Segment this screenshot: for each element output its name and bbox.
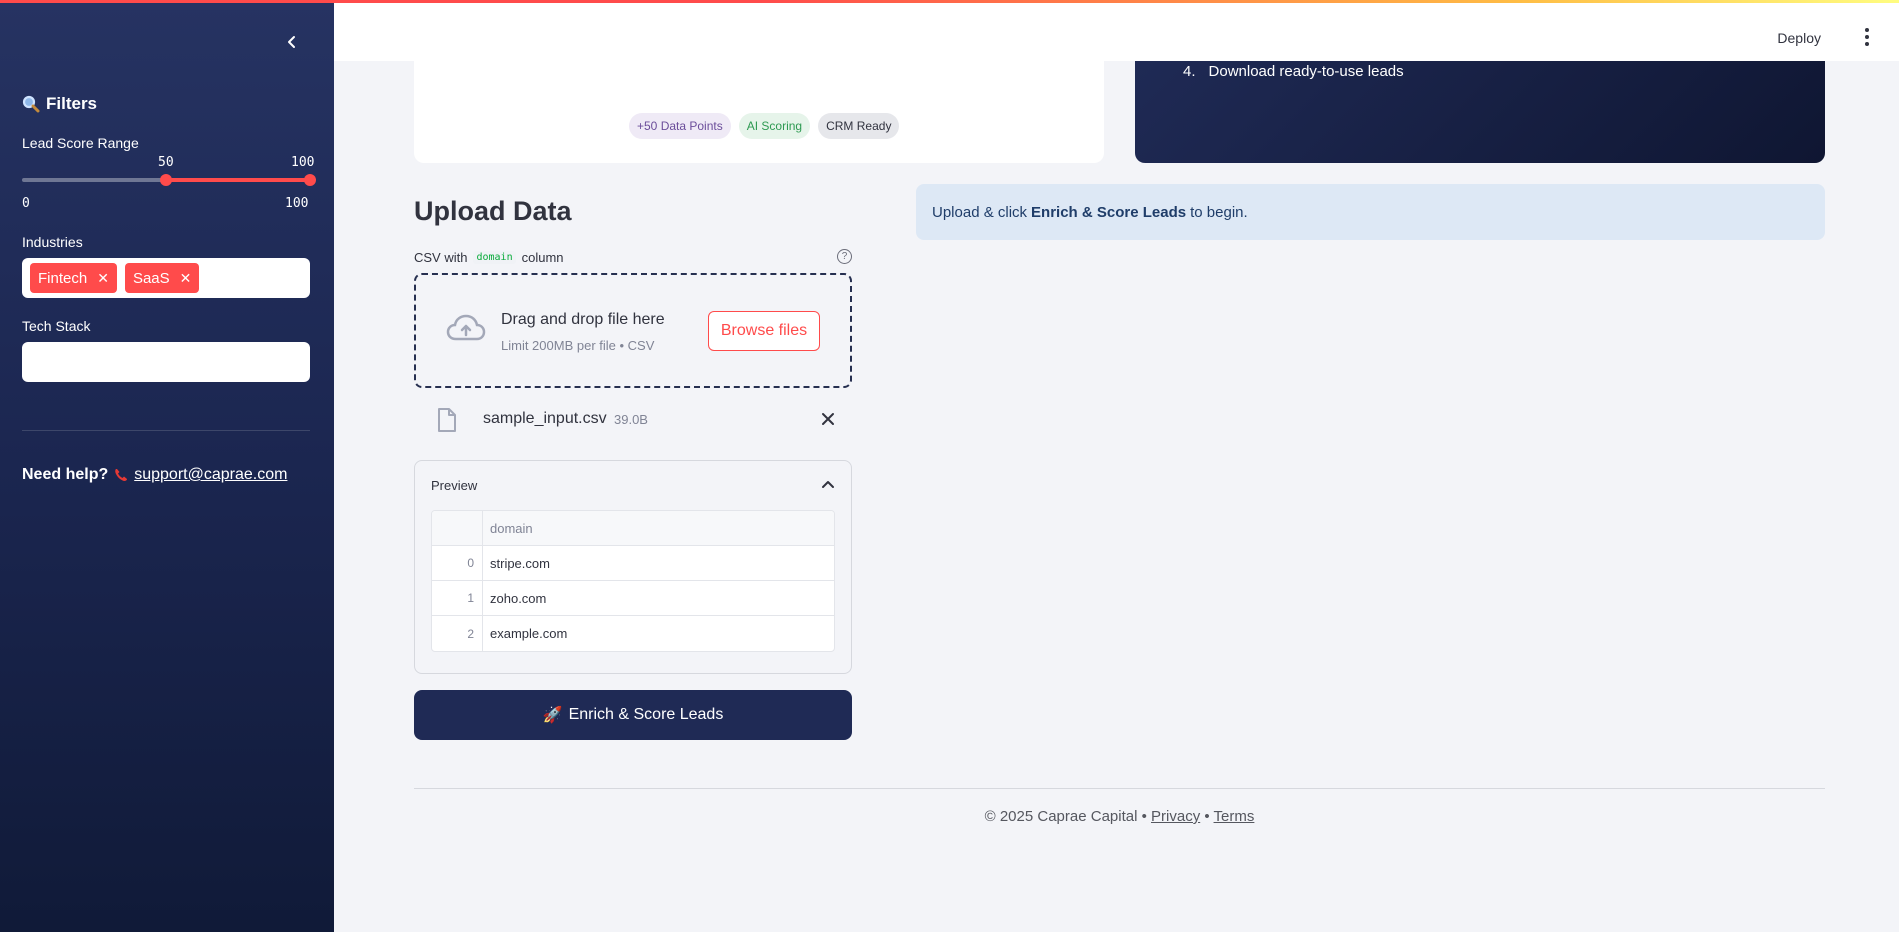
sidebar-divider [22,430,310,431]
preview-table: domain 0 stripe.com 1 zoho.com 2 example… [431,510,835,652]
row-index: 2 [432,616,483,651]
table-row: 2 example.com [432,616,834,651]
table-cell[interactable]: stripe.com [483,546,834,580]
upload-title: Upload Data [414,196,572,226]
enrich-button-label: Enrich & Score Leads [568,706,724,723]
pill-ai-scoring: AI Scoring [738,113,811,139]
slider-min-label: 0 [22,196,30,211]
index-header [432,511,483,545]
csv-label-code: domain [473,251,516,264]
help-text: Need help? [22,466,109,483]
industry-tag: Fintech ✕ [30,263,117,293]
feature-pills: +50 Data Points AI Scoring CRM Ready [629,113,900,139]
footer-copyright: © 2025 Caprae Capital • [984,808,1147,825]
help-question-icon[interactable]: ? [837,249,852,264]
slider-range-fill [166,178,310,182]
terms-link[interactable]: Terms [1214,808,1255,825]
sidebar-title: Filters [22,94,97,114]
table-row: 1 zoho.com [432,581,834,616]
info-suffix: to begin. [1190,203,1248,221]
industries-label: Industries [22,234,83,250]
industries-multiselect[interactable]: Fintech ✕ SaaS ✕ [22,258,310,298]
csv-label-prefix: CSV with [414,250,468,265]
csv-label-suffix: column [521,250,564,265]
row-index: 1 [432,581,483,615]
kebab-dot [1865,35,1869,39]
phone-icon [115,469,128,481]
file-dropzone[interactable]: Drag and drop file here Limit 200MB per … [414,273,852,388]
chevron-up-icon [822,481,834,488]
slider-max-label: 100 [285,196,309,211]
dropzone-limit: Limit 200MB per file • CSV [501,338,655,353]
table-row: 0 stripe.com [432,546,834,581]
main-menu-button[interactable] [1855,25,1879,49]
industry-tag-label: SaaS [132,269,170,287]
steps-card: 4. Download ready-to-use leads [1135,61,1825,163]
support-email-link[interactable]: support@caprae.com [134,466,287,484]
file-icon [438,408,456,432]
privacy-link[interactable]: Privacy [1151,808,1200,825]
file-size: 39.0B [614,412,648,427]
footer: © 2025 Caprae Capital • Privacy • Terms [414,808,1825,825]
step-item: 4. Download ready-to-use leads [1183,63,1404,80]
sidebar: Filters Lead Score Range 50 100 0 100 In… [0,0,334,932]
slider-high-value: 100 [291,155,315,170]
dropzone-instructions: Drag and drop file here [501,311,665,328]
app-header: Deploy [334,3,1899,61]
info-alert: Upload & click Enrich & Score Leads to b… [916,184,1825,240]
preview-title[interactable]: Preview [431,478,477,493]
footer-separator: • [1204,808,1210,825]
kebab-dot [1865,42,1869,46]
step-number: 4. [1183,63,1196,80]
collapse-preview-button[interactable] [821,477,835,496]
csv-uploader-label: CSV with domain column [414,250,564,265]
table-cell[interactable]: zoho.com [483,581,834,615]
cloud-upload-icon [446,314,486,341]
top-decoration-bar [0,0,1899,3]
close-icon [822,413,834,425]
file-name: sample_input.csv [483,410,607,427]
magnifier-icon [22,95,40,113]
industry-tag-label: Fintech [38,269,88,287]
info-bold: Enrich & Score Leads [1031,203,1187,221]
footer-divider [414,788,1825,789]
slider-low-value: 50 [158,155,174,170]
rocket-icon: 🚀 [542,707,563,724]
browse-files-button[interactable]: Browse files [708,311,820,351]
kebab-dot [1865,28,1869,32]
preview-expander: Preview domain 0 stripe.com 1 zoho.com 2… [414,460,852,674]
help-line: Need help? support@caprae.com [22,466,287,484]
chevron-left-icon [288,36,295,48]
uploaded-file-row: sample_input.csv 39.0B [414,403,852,437]
pill-crm-ready: CRM Ready [818,113,900,139]
tech-stack-multiselect[interactable] [22,342,310,382]
feature-card [414,61,1104,163]
table-header-row: domain [432,511,834,546]
info-prefix: Upload & click [932,203,1028,221]
table-cell[interactable]: example.com [483,616,834,651]
row-index: 0 [432,546,483,580]
step-text: Download ready-to-use leads [1208,63,1404,80]
slider-thumb-low[interactable] [160,174,172,186]
enrich-score-button[interactable]: 🚀 Enrich & Score Leads [414,690,852,740]
lead-score-label: Lead Score Range [22,135,139,151]
deploy-button[interactable]: Deploy [1777,30,1821,46]
pill-data-points: +50 Data Points [629,113,731,139]
column-header[interactable]: domain [483,511,834,545]
sidebar-title-text: Filters [46,94,98,113]
remove-file-button[interactable] [818,409,838,429]
slider-thumb-high[interactable] [304,174,316,186]
remove-tag-icon[interactable]: ✕ [180,270,192,287]
industry-tag: SaaS ✕ [124,263,200,293]
tech-stack-label: Tech Stack [22,318,91,334]
collapse-sidebar-button[interactable] [280,30,304,54]
remove-tag-icon[interactable]: ✕ [97,270,109,287]
